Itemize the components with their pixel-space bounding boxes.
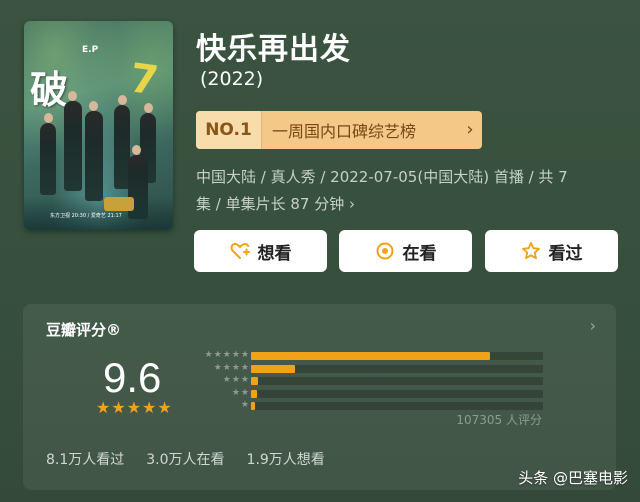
rating-votes[interactable]: 107305 人评分 [456, 411, 542, 428]
watching-label: 在看 [402, 243, 437, 264]
rating-distribution-row: ★ ★ [189, 388, 549, 399]
star-filled-icon: ★ [126, 398, 142, 417]
rating-distribution: ★ ★ ★ ★ ★ ★ ★ ★ ★ ★ ★ ★ ★ ★ ★ [189, 350, 549, 413]
star-icon: ★ [213, 350, 222, 360]
ranking-banner[interactable]: NO.1 一周国内口碑综艺榜 › [196, 111, 482, 149]
poster-figure-head [68, 91, 77, 101]
rating-row-stars: ★ ★ [232, 388, 249, 399]
chevron-right-icon: › [349, 195, 355, 213]
ranking-label: 一周国内口碑综艺榜 [272, 122, 417, 141]
star-icon: ★ [231, 387, 240, 398]
star-icon: ★ [231, 362, 240, 373]
star-filled-icon: ★ [96, 398, 111, 417]
poster-figure-head [132, 145, 141, 155]
rating-stars: ★ ★ ★ ★ ★ [96, 400, 172, 416]
show-info-line: 集 / 单集片长 87 分钟 › [196, 191, 606, 218]
rating-header: 豆瓣评分® [46, 321, 122, 339]
star-icon: ★ [231, 350, 240, 360]
rating-bar-track [251, 377, 543, 386]
rating-score: 9.6 [103, 354, 162, 401]
poster-badge: E.P [82, 45, 99, 55]
star-icon: ★ [240, 400, 249, 411]
poster-show-logo [104, 197, 134, 211]
star-icon: ★ [240, 362, 249, 373]
show-title: 快乐再出发 [196, 32, 351, 67]
rating-distribution-row: ★ ★ ★ [189, 375, 549, 386]
want-to-watch-count: 1.9万人想看 [246, 452, 325, 468]
watched-count: 8.1万人看过 [46, 452, 125, 468]
rating-row-stars: ★ ★ ★ [223, 375, 249, 386]
poster-figure-head [118, 95, 127, 105]
poster-broadcast-text: 东方卫视 20:30 / 爱奇艺 21:17 [50, 213, 122, 219]
star-icon: ★ [222, 362, 231, 373]
rating-bar-track [251, 364, 543, 373]
audience-stats: 8.1万人看过 3.0万人在看 1.9万人想看 [46, 449, 325, 469]
star-icon: ★ [231, 375, 240, 386]
star-icon: ★ [240, 375, 249, 386]
star-icon: ★ [240, 350, 249, 360]
ranking-number: NO.1 [196, 111, 262, 149]
poster-title: 破 [30, 67, 68, 112]
heart-plus-icon [230, 242, 250, 260]
star-icon: ★ [213, 362, 222, 373]
rating-bar-fill [251, 402, 256, 411]
poster-figure-head [44, 113, 53, 123]
show-info-line-text: 集 / 单集片长 87 分钟 [196, 195, 345, 213]
want-to-watch-label: 想看 [257, 243, 292, 264]
poster-figure [40, 123, 56, 195]
show-info-line: 中国大陆 / 真人秀 / 2022-07-05(中国大陆) 首播 / 共 7 [196, 168, 568, 186]
rating-bar-track [251, 389, 543, 398]
watching-button[interactable]: 在看 [339, 230, 472, 272]
rating-row-stars: ★ ★ ★ ★ [214, 363, 249, 374]
star-filled-icon: ★ [157, 398, 172, 417]
star-filled-icon: ★ [111, 398, 126, 417]
star-icon: ★ [204, 350, 213, 360]
poster-figure-head [89, 101, 98, 111]
rating-bar-fill [251, 377, 259, 386]
rating-distribution-row: ★ ★ ★ ★ [189, 363, 549, 374]
rating-row-stars: ★ ★ ★ ★ ★ [205, 350, 249, 361]
show-year: (2022) [200, 68, 264, 90]
watched-label: 看过 [548, 243, 583, 264]
show-info[interactable]: 中国大陆 / 真人秀 / 2022-07-05(中国大陆) 首播 / 共 7 集… [196, 164, 606, 218]
rating-bar-track [251, 352, 543, 360]
rating-row-stars: ★ [241, 400, 249, 411]
star-icon: ★ [222, 375, 231, 386]
target-circle-icon [375, 241, 395, 261]
star-icon: ★ [222, 350, 231, 360]
rating-distribution-row: ★ ★ ★ ★ ★ [189, 350, 549, 361]
chevron-right-icon: › [466, 119, 474, 140]
rating-bar-track [251, 402, 543, 411]
watched-button[interactable]: 看过 [485, 230, 618, 272]
want-to-watch-button[interactable]: 想看 [194, 230, 327, 272]
poster-figure-head [144, 103, 153, 113]
poster-figure [85, 111, 103, 201]
watching-count: 3.0万人在看 [146, 452, 225, 468]
rating-bar-fill [251, 389, 257, 398]
watermark: 头条 @巴塞电影 [518, 469, 628, 487]
rating-distribution-row: ★ [189, 400, 549, 411]
star-filled-icon: ★ [142, 398, 157, 417]
chevron-right-icon[interactable]: › [590, 316, 596, 335]
star-icon: ★ [240, 387, 249, 398]
rating-bar-fill [251, 364, 295, 373]
poster-figure [64, 101, 82, 191]
star-outline-icon [521, 241, 541, 261]
poster-image[interactable]: E.P 破 7 东方卫视 20:30 / 爱奇艺 21:17 [24, 21, 173, 230]
rating-bar-fill [251, 352, 491, 360]
rating-card[interactable]: 豆瓣评分® › 9.6 ★ ★ ★ ★ ★ ★ ★ ★ ★ ★ ★ ★ ★ ★ ★ ★ ★ ★ ★ ★ 107305… [23, 304, 616, 490]
